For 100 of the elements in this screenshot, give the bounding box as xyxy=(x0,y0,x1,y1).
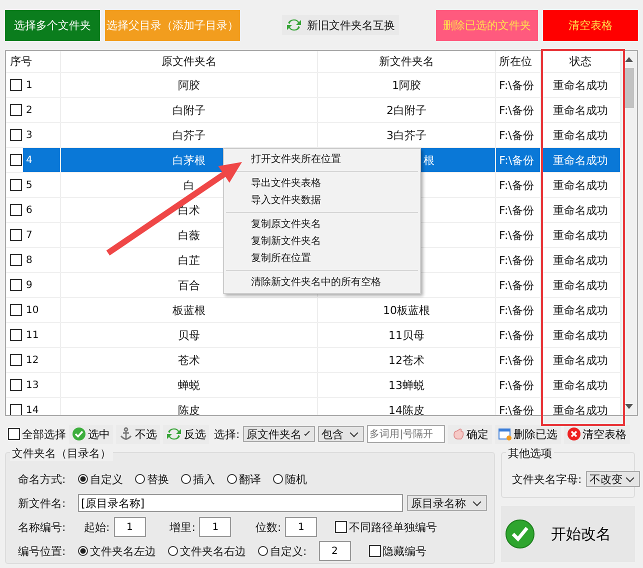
table-cell: 白附子 xyxy=(61,98,318,122)
row-number: 7 xyxy=(26,230,32,240)
checkbox[interactable] xyxy=(10,354,22,366)
column-header[interactable]: 新文件夹名 xyxy=(318,51,496,72)
table-cell: 陈皮 xyxy=(61,398,318,415)
radio-button[interactable]: 插入 xyxy=(181,472,215,486)
column-header[interactable]: 所在位 xyxy=(496,51,542,72)
checkbox[interactable] xyxy=(10,404,22,415)
table-cell: F:\备份 xyxy=(496,398,542,415)
scroll-thumb[interactable] xyxy=(624,68,634,108)
field-label: 位数: xyxy=(255,520,282,534)
field-label: 名称编号: xyxy=(18,520,67,534)
radio-button[interactable]: 文件夹名左边 xyxy=(78,544,156,558)
swap-button[interactable]: 新旧文件夹名互换 xyxy=(282,15,399,35)
select-label: 选择: xyxy=(214,426,240,442)
swap-arrows-icon xyxy=(286,18,302,32)
checkbox[interactable]: 隐藏编号 xyxy=(368,544,427,558)
filter-field[interactable]: 多词用|号隔开 xyxy=(366,425,445,443)
toolbar-button[interactable]: 清空表格 xyxy=(564,424,630,444)
table-cell: 苍术 xyxy=(61,348,318,372)
table-cell: F:\备份 xyxy=(496,73,542,97)
start-rename-button[interactable]: 开始改名 xyxy=(501,506,635,562)
table-cell: 重命名成功 xyxy=(541,148,621,172)
table-row[interactable]: 12 苍术 12苍术 F:\备份 重命名成功 xyxy=(6,348,621,373)
column-header[interactable]: 序号 xyxy=(6,51,62,72)
table-cell: 根 xyxy=(423,152,434,168)
checkbox[interactable] xyxy=(10,104,22,116)
table-cell: F:\备份 xyxy=(496,298,542,322)
checkbox[interactable] xyxy=(10,279,22,291)
table-row[interactable]: 14 陈皮 14陈皮 F:\备份 重命名成功 xyxy=(6,398,621,415)
dropdown[interactable]: 不改变 xyxy=(586,471,640,487)
checkbox[interactable] xyxy=(10,129,22,141)
table-cell: 11贝母 xyxy=(388,328,424,342)
field-label: 文件夹名字母: xyxy=(512,472,582,486)
field-label: 新文件名: xyxy=(18,496,67,510)
table-cell: F:\备份 xyxy=(496,148,542,172)
field-label: 编号位置: xyxy=(18,544,67,558)
table-cell: 1阿胶 xyxy=(392,78,421,92)
table-row[interactable]: 2 白附子 2白附子 F:\备份 重命名成功 xyxy=(6,98,621,123)
table-cell: F:\备份 xyxy=(496,198,542,222)
row-number: 12 xyxy=(26,354,39,366)
checkbox[interactable]: 不同路径单独编号 xyxy=(335,520,438,534)
anchor-icon xyxy=(119,427,133,441)
number-field[interactable]: 2 xyxy=(318,541,351,561)
dropdown[interactable]: 原文件夹名 xyxy=(242,426,315,442)
checkbox[interactable] xyxy=(10,379,22,391)
toolbar-button[interactable]: 确定 xyxy=(448,424,492,444)
table-cell: F:\备份 xyxy=(496,223,542,247)
toolbar-button[interactable]: 选择多个文件夹 xyxy=(5,10,100,40)
checkbox[interactable] xyxy=(10,304,22,316)
row-number: 11 xyxy=(26,330,39,340)
table-row[interactable]: 13 蝉蜕 13蝉蜕 F:\备份 重命名成功 xyxy=(6,373,621,398)
checkbox[interactable] xyxy=(10,179,22,191)
field-label: 增里: xyxy=(170,520,196,534)
table-cell: 白芥子 xyxy=(61,123,318,147)
checkbox[interactable] xyxy=(10,254,22,266)
checkbox[interactable] xyxy=(10,154,22,166)
table-cell: 14陈皮 xyxy=(388,402,424,415)
radio-button[interactable]: 自定义 xyxy=(78,472,123,486)
check-circle-icon xyxy=(505,519,535,549)
checkbox[interactable] xyxy=(10,229,22,241)
table-cell: F:\备份 xyxy=(496,273,542,297)
column-header[interactable]: 原文件夹名 xyxy=(61,51,318,72)
scroll-down-arrow[interactable] xyxy=(625,404,633,409)
checkbox[interactable]: 全部选择 xyxy=(8,426,66,442)
checkbox[interactable] xyxy=(10,204,22,216)
row-number: 6 xyxy=(26,204,32,216)
table-row[interactable]: 10 板蓝根 10板蓝根 F:\备份 重命名成功 xyxy=(6,298,621,323)
radio-button[interactable]: 随机 xyxy=(273,472,307,486)
radio-button[interactable]: 文件夹名右边 xyxy=(168,544,246,558)
number-field[interactable]: 1 xyxy=(285,517,318,537)
table-cell: 13蝉蜕 xyxy=(388,378,424,392)
table-row[interactable]: 1 阿胶 1阿胶 F:\备份 重命名成功 xyxy=(6,73,621,98)
group-title: 其他选项 xyxy=(506,446,554,461)
radio-button[interactable]: 替换 xyxy=(135,472,169,486)
table-row[interactable]: 11 贝母 11贝母 F:\备份 重命名成功 xyxy=(6,323,621,348)
table-cell: F:\备份 xyxy=(496,248,542,272)
checkbox[interactable] xyxy=(10,329,22,341)
scroll-up-arrow[interactable] xyxy=(625,57,633,62)
row-number: 13 xyxy=(26,380,39,390)
toolbar-button[interactable]: 删除已选 xyxy=(494,424,561,444)
number-field[interactable]: 1 xyxy=(114,517,146,537)
toolbar-button[interactable]: 不选 xyxy=(116,424,160,444)
checkbox[interactable] xyxy=(10,79,22,91)
toolbar-button[interactable]: 反选 xyxy=(163,424,209,444)
row-number: 2 xyxy=(26,104,32,116)
window-icon xyxy=(498,427,512,441)
table-cell: F:\备份 xyxy=(496,348,542,372)
dropdown[interactable]: 包含 xyxy=(318,426,364,442)
table-cell: F:\备份 xyxy=(496,98,542,122)
number-field[interactable]: 1 xyxy=(199,517,232,537)
dropdown[interactable]: 原目录名称 xyxy=(407,495,487,511)
table-cell: 板蓝根 xyxy=(61,298,318,322)
table-cell: 12苍术 xyxy=(388,352,424,368)
radio-button[interactable]: 自定义: xyxy=(258,544,307,558)
table-cell: 蝉蜕 xyxy=(61,373,318,397)
name-field[interactable]: [原目录名称] xyxy=(78,494,403,512)
table-cell: 阿胶 xyxy=(61,73,318,97)
toolbar-button[interactable]: 选中 xyxy=(69,424,113,444)
radio-button[interactable]: 翻译 xyxy=(227,472,261,486)
